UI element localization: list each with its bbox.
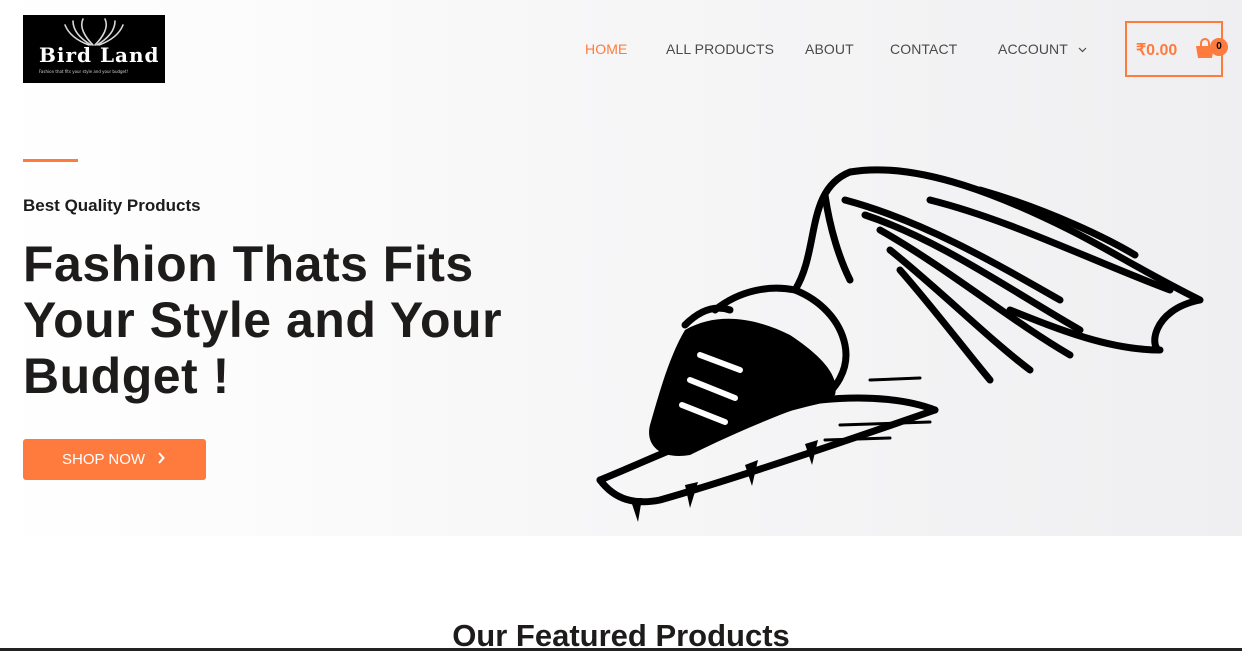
nav-contact[interactable]: CONTACT xyxy=(890,41,957,57)
nav-home[interactable]: HOME xyxy=(585,41,627,57)
cart-count-badge: 0 xyxy=(1210,38,1228,56)
headline-line: Budget ! xyxy=(23,348,230,404)
shop-now-button[interactable]: SHOP NOW xyxy=(23,439,206,480)
headline-line: Fashion Thats Fits xyxy=(23,236,474,292)
nav-account-label: ACCOUNT xyxy=(998,41,1068,57)
logo-tagline: Fashion that fits your style and your bu… xyxy=(39,69,129,74)
site-logo[interactable]: Bird Land Fashion that fits your style a… xyxy=(23,15,165,83)
winged-sneaker-illustration xyxy=(596,166,1204,522)
accent-divider xyxy=(23,159,78,162)
nav-about[interactable]: ABOUT xyxy=(805,41,854,57)
cart-button[interactable]: ₹0.00 0 xyxy=(1125,21,1228,77)
featured-products-title: Our Featured Products xyxy=(452,618,790,651)
nav-account[interactable]: ACCOUNT xyxy=(998,41,1087,57)
chevron-right-icon xyxy=(158,452,165,464)
headline-line: Your Style and Your xyxy=(23,292,503,348)
shop-now-label: SHOP NOW xyxy=(62,451,146,468)
cart-total: ₹0.00 xyxy=(1136,42,1178,59)
hero-headline: Fashion Thats Fits Your Style and Your B… xyxy=(23,236,563,404)
nav-all-products[interactable]: ALL PRODUCTS xyxy=(666,41,774,57)
logo-wordmark: Bird Land xyxy=(39,43,160,67)
chevron-down-icon xyxy=(1078,47,1087,53)
hero-subhead: Best Quality Products xyxy=(23,196,201,215)
